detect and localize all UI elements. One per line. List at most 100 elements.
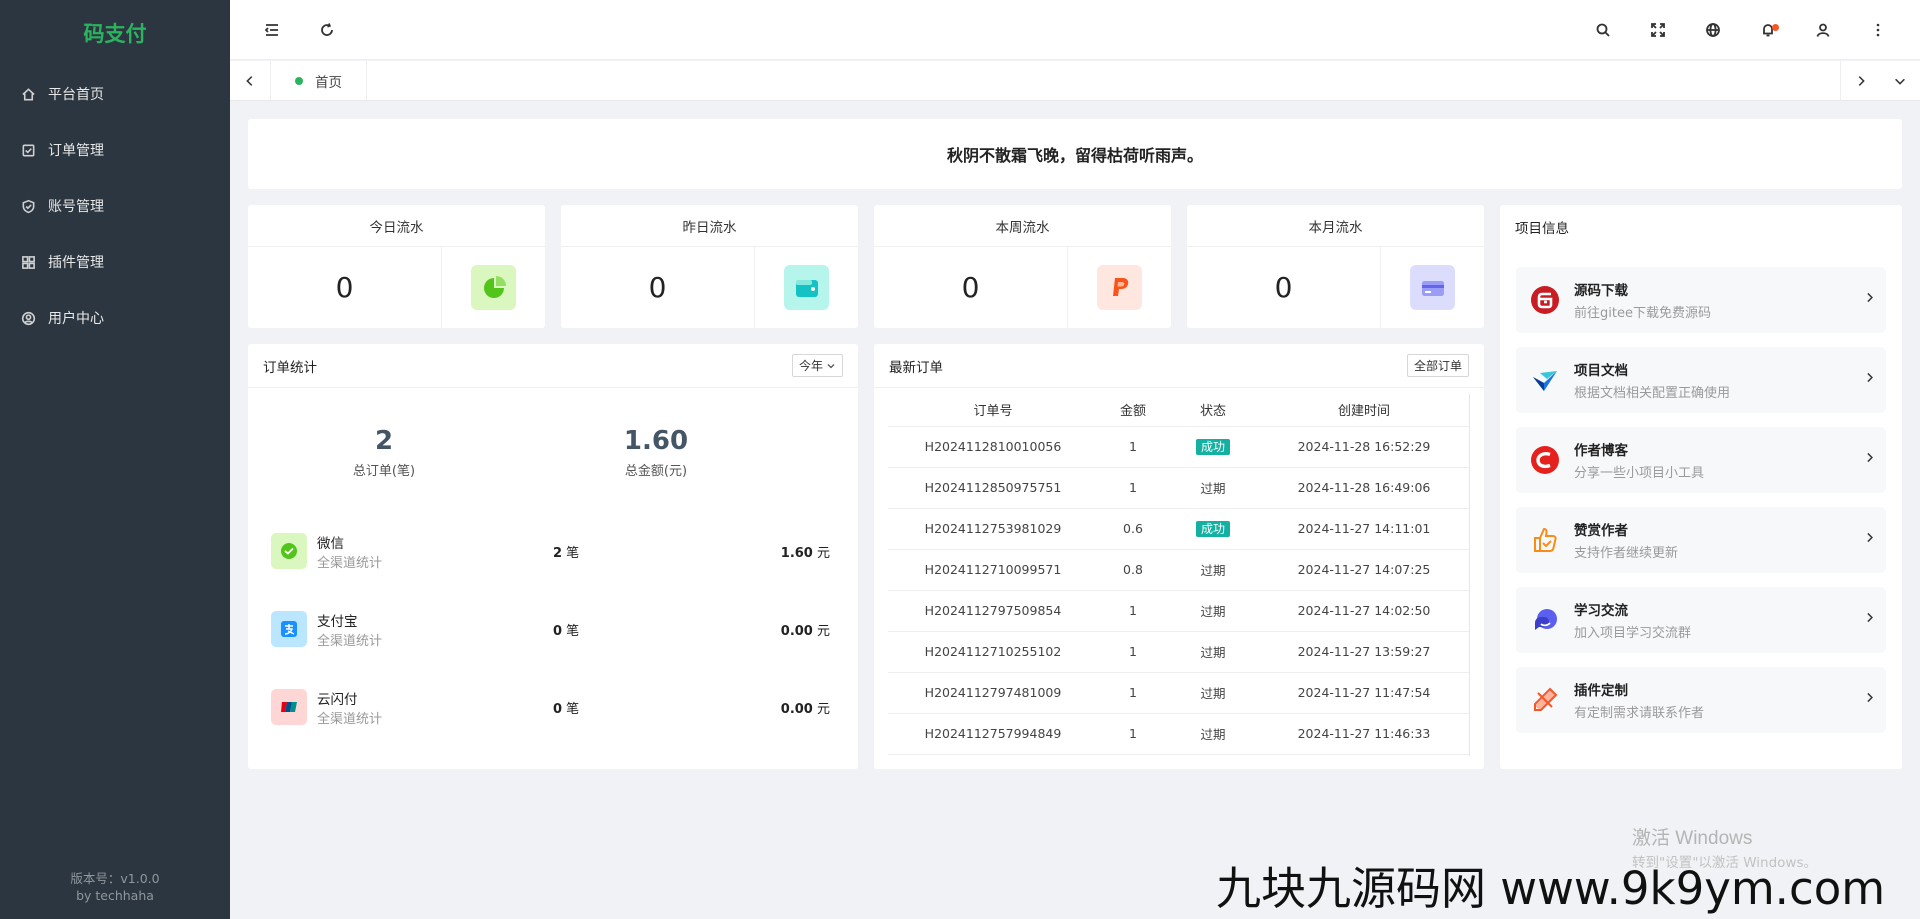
channel-sub: 全渠道统计 [317,711,383,727]
order-amount: 1 [1098,713,1168,755]
alipay-icon [271,611,307,647]
order-amount: 0.6 [1098,508,1168,550]
latest-orders-card: 最新订单 全部订单 订单号 金额 状态 创建时间 H20241128100100… [874,344,1484,769]
all-orders-button[interactable]: 全部订单 [1406,354,1469,377]
order-id: H2024112797509854 [888,590,1098,632]
tab-active-dot [295,77,303,85]
order-status: 成功 [1168,426,1258,468]
project-item-docs[interactable]: 项目文档根据文档相关配置正确使用 [1516,347,1886,413]
sidebar-item-plugins[interactable]: 插件管理 [0,234,230,290]
project-item-chat[interactable]: 学习交流 加入项目学习交流群 [1516,587,1886,653]
channel-sub: 全渠道统计 [317,555,383,571]
chevron-right-icon [1863,611,1876,628]
chat-icon [1528,603,1562,637]
order-id: H2024112753981029 [888,508,1098,550]
project-item-gitee[interactable]: 源码下载 前往gitee下载免费源码 [1516,267,1886,333]
card-title: 订单统计 [263,359,317,376]
order-id: H2024112710255102 [888,631,1098,673]
order-status: 过期 [1168,631,1258,673]
order-amount: 0.8 [1098,549,1168,591]
stat-value: 0 [248,247,442,328]
order-amount: 1 [1098,590,1168,632]
project-item-csdn[interactable]: 作者博客 分享一些小项目小工具 [1516,427,1886,493]
top-bar [230,0,1920,60]
paypal-icon [1097,265,1142,310]
channel-sub: 全渠道统计 [317,633,383,649]
project-item-title: 学习交流 [1574,603,1628,619]
channel-row-wechat: 微信 全渠道统计 2 笔 1.60 元 [271,529,841,573]
globe-icon[interactable] [1701,18,1725,42]
more-icon[interactable] [1866,18,1890,42]
order-amount: 1 [1098,426,1168,468]
brand-logo[interactable]: 码支付 [0,0,230,66]
stat-value: 0 [1187,247,1381,328]
chevron-right-icon [1863,291,1876,308]
order-time: 2024-11-27 14:07:25 [1258,549,1470,591]
bell-icon[interactable] [1756,18,1780,42]
pie-chart-icon [471,265,516,310]
order-status: 过期 [1168,549,1258,591]
table-row: H2024112710099571 0.8 过期 2024-11-27 14:07:2… [888,549,1470,591]
orders-table: 订单号 金额 状态 创建时间 H2024112810010056 1 成功 2024-… [888,394,1470,755]
sidebar-item-home[interactable]: 平台首页 [0,66,230,122]
sidebar-item-orders[interactable]: 订单管理 [0,122,230,178]
total-amount: 1.60 总金额(元) [520,426,792,479]
search-icon[interactable] [1591,18,1615,42]
fullscreen-icon[interactable] [1646,18,1670,42]
order-status: 过期 [1168,590,1258,632]
sidebar: 码支付 平台首页 订单管理 账号管理 插件管理 用户中心 版本号：v1.0.0 … [0,0,230,919]
quote-banner: 秋阴不散霜飞晚，留得枯荷听雨声。 [248,119,1902,189]
table-scrollbar[interactable] [1469,394,1470,756]
channel-name: 微信 [317,535,344,552]
card-title: 项目信息 [1515,221,1569,237]
project-item-sub: 根据文档相关配置正确使用 [1574,386,1731,401]
tab-home-label: 首页 [315,75,342,91]
order-amount: 1 [1098,631,1168,673]
user-circle-icon [20,310,36,326]
chevron-right-icon [1863,531,1876,548]
range-select[interactable]: 今年 [791,354,843,377]
column-header: 金额 [1098,394,1168,427]
project-item-thumbs-up[interactable]: 赞赏作者 支持作者继续更新 [1516,507,1886,573]
status-badge: 成功 [1195,439,1230,455]
column-header: 创建时间 [1258,394,1470,427]
project-item-pencil-ruler[interactable]: 插件定制 有定制需求请联系作者 [1516,667,1886,733]
unionpay-icon [271,689,307,725]
project-item-title: 项目文档 [1574,363,1628,379]
user-icon[interactable] [1811,18,1835,42]
sidebar-item-accounts[interactable]: 账号管理 [0,178,230,234]
wallet-icon [784,265,829,310]
stat-title: 本周流水 [874,205,1171,247]
total-orders-value: 2 [374,426,394,456]
channel-amount: 1.60 元 [780,545,830,561]
tab-scroll-left-button[interactable] [230,61,270,101]
total-orders-label: 总订单(笔) [352,464,416,479]
menu-fold-icon[interactable] [260,18,284,42]
shield-check-icon [20,198,36,214]
tab-home[interactable]: 首页 [270,61,367,101]
chevron-right-icon [1863,371,1876,388]
project-item-title: 赞赏作者 [1574,523,1628,539]
csdn-icon [1528,443,1562,477]
stat-card-yesterday: 昨日流水 0 [561,205,858,328]
chevron-right-icon [1863,691,1876,708]
chevron-right-icon [1863,451,1876,468]
column-header: 订单号 [888,394,1098,427]
channel-count: 0 笔 [553,623,580,639]
order-time: 2024-11-27 11:47:54 [1258,672,1470,714]
windows-activation-title: 激活 Windows [1632,828,1753,849]
order-time: 2024-11-27 11:46:33 [1258,713,1470,755]
order-id: H2024112810010056 [888,426,1098,468]
order-status: 成功 [1168,508,1258,550]
sidebar-item-user-center[interactable]: 用户中心 [0,290,230,346]
tab-bar: 首页 [230,61,1920,101]
tab-options-dropdown[interactable] [1880,61,1920,101]
sidebar-item-label: 插件管理 [48,255,104,271]
wechat-icon [271,533,307,569]
order-id: H2024112797481009 [888,672,1098,714]
stat-value: 0 [874,247,1068,328]
order-time: 2024-11-27 14:11:01 [1258,508,1470,550]
refresh-icon[interactable] [315,18,339,42]
project-item-sub: 前往gitee下载免费源码 [1574,306,1711,321]
tab-scroll-right-button[interactable] [1840,61,1880,101]
